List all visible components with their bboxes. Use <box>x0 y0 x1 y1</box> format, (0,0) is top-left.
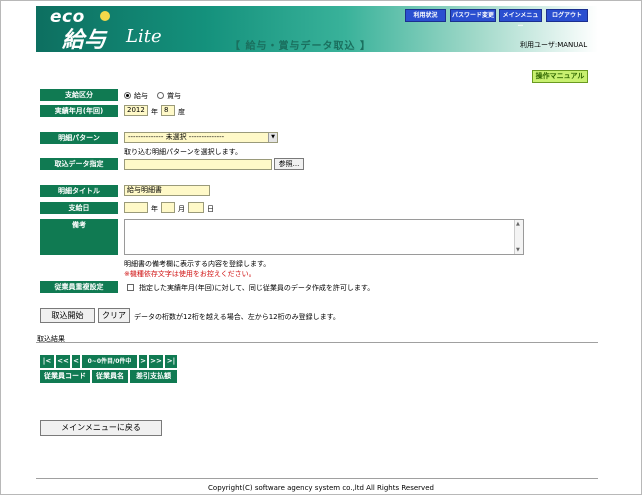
back-to-menu-button[interactable]: メインメニューに戻る <box>40 420 162 436</box>
remarks-label: 備考 <box>40 219 118 255</box>
pay-date-month-input[interactable] <box>161 202 175 213</box>
logo-badge-icon <box>100 11 110 21</box>
footer-divider <box>36 478 598 479</box>
remarks-warning: ※機種依存文字は使用をお控えください。 <box>124 270 256 278</box>
nav-main-menu-button[interactable]: メインメニュー <box>499 9 542 30</box>
pager-last-button[interactable]: >| <box>165 355 177 368</box>
pager-prev-button[interactable]: < <box>72 355 80 368</box>
file-label: 取込データ指定 <box>40 158 118 170</box>
title-label: 明細タイトル <box>40 185 118 197</box>
pay-type-label: 支給区分 <box>40 89 118 101</box>
pager-status: 0~0件目/0件中 <box>82 355 137 368</box>
pager-first-button[interactable]: |< <box>40 355 54 368</box>
user-label: 利用ユーザ: <box>520 41 558 49</box>
pay-date-year-input[interactable] <box>124 202 148 213</box>
chevron-down-icon: ▼ <box>268 133 277 142</box>
pattern-label: 明細パターン <box>40 132 118 144</box>
clear-button[interactable]: クリア <box>98 308 130 323</box>
nav-usage-button[interactable]: 利用状況 <box>405 9 446 22</box>
period-label: 実績年月(年回) <box>40 105 118 117</box>
pager-next-page-button[interactable]: >> <box>149 355 163 368</box>
scroll-up-icon: ▲ <box>516 221 520 227</box>
duplicate-text: 指定した実績年月(年回)に対して、同じ従業員のデータ作成を許可します。 <box>139 284 375 292</box>
manual-button[interactable]: 操作マニュアル <box>532 70 588 83</box>
pay-type-bonus-radio[interactable] <box>157 92 164 99</box>
pager-next-button[interactable]: > <box>139 355 147 368</box>
pattern-select[interactable]: -------------- 未選択 -------------- ▼ <box>124 132 278 143</box>
logo-lite: Lite <box>126 26 162 47</box>
duplicate-label: 従業員重複設定 <box>40 281 118 293</box>
column-employee-code: 従業員コード <box>40 370 90 383</box>
pattern-selected: -------------- 未選択 -------------- <box>128 133 225 141</box>
duplicate-checkbox[interactable] <box>127 284 134 291</box>
pay-type-bonus-text: 賞与 <box>167 92 181 100</box>
user-info: 利用ユーザ:MANUAL <box>520 40 587 50</box>
scroll-down-icon: ▼ <box>516 247 520 253</box>
pay-date-year-unit: 年 <box>151 205 158 213</box>
browse-button[interactable]: 参照... <box>274 158 304 170</box>
nav-logout-button[interactable]: ログアウト <box>546 9 588 22</box>
title-input[interactable]: 給与明細書 <box>124 185 210 196</box>
pay-date-day-input[interactable] <box>188 202 204 213</box>
results-divider <box>36 342 598 343</box>
app-logo: eco 給与 Lite <box>40 7 170 53</box>
import-note: データの桁数が12桁を越える場合、左から12桁のみ登録します。 <box>134 313 340 321</box>
page-title: 【 給与・賞与データ取込 】 <box>230 41 371 52</box>
pattern-hint: 取り込む明細パターンを選択します。 <box>124 148 242 156</box>
pay-date-day-unit: 日 <box>207 205 214 213</box>
period-year-input[interactable]: 2012 <box>124 105 148 116</box>
user-name: MANUAL <box>557 41 588 49</box>
remarks-scrollbar[interactable]: ▲ ▼ <box>514 220 523 254</box>
footer-copyright: Copyright(C) software agency system co.,… <box>208 484 434 492</box>
nav-password-button[interactable]: パスワード変更 <box>450 9 496 22</box>
pay-date-month-unit: 月 <box>178 205 185 213</box>
remarks-hint: 明細書の備考欄に表示する内容を登録します。 <box>124 260 271 268</box>
pay-date-label: 支給日 <box>40 202 118 214</box>
import-start-button[interactable]: 取込開始 <box>40 308 95 323</box>
pay-type-salary-text: 給与 <box>134 92 148 100</box>
column-net-pay: 差引支払額 <box>130 370 177 383</box>
file-path-input[interactable] <box>124 159 272 170</box>
period-year-unit: 年 <box>151 108 158 116</box>
period-month-unit: 度 <box>178 108 185 116</box>
column-employee-name: 従業員名 <box>92 370 128 383</box>
logo-kyuyo: 給与 <box>62 28 107 53</box>
pay-type-salary-radio[interactable] <box>124 92 131 99</box>
period-month-input[interactable]: 8 <box>161 105 175 116</box>
pager-prev-page-button[interactable]: << <box>56 355 70 368</box>
remarks-textarea[interactable]: ▲ ▼ <box>124 219 524 255</box>
